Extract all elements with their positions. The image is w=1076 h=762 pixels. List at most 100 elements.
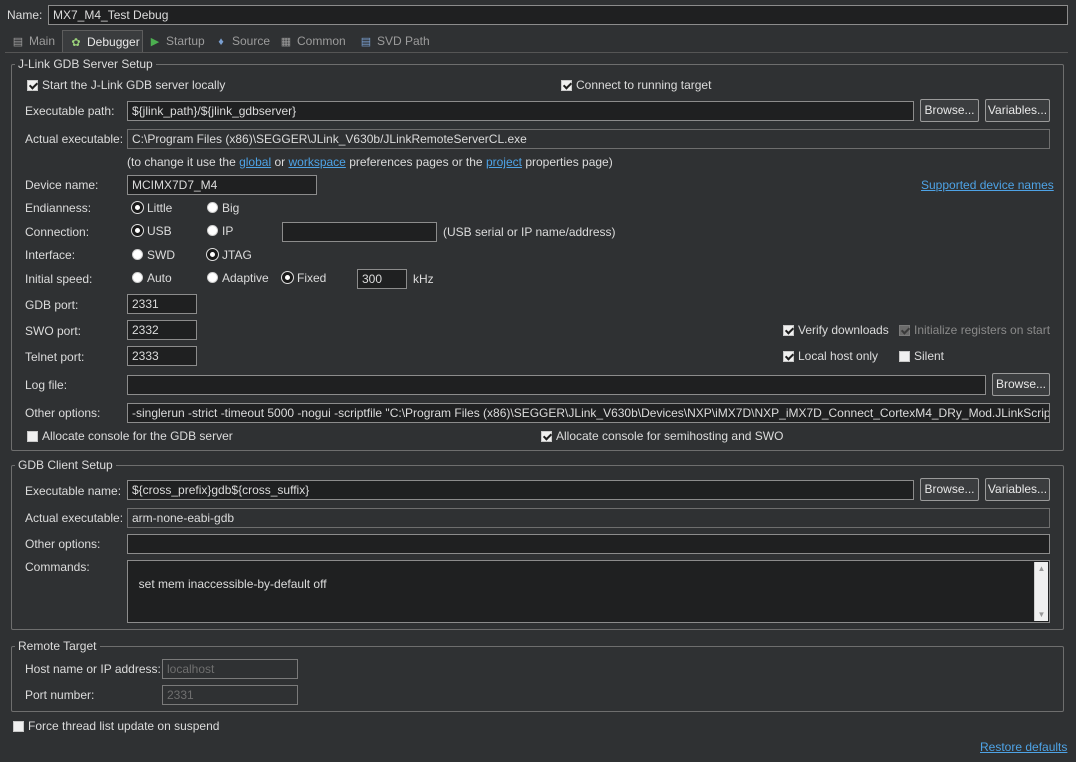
- connect-running-target-checkbox[interactable]: [561, 80, 572, 91]
- speed-unit-label: kHz: [413, 272, 434, 286]
- silent-checkbox[interactable]: [899, 351, 910, 362]
- device-name-input[interactable]: MCIMX7D7_M4: [127, 175, 317, 195]
- preferences-hint: (to change it use the global or workspac…: [127, 155, 613, 169]
- interface-label: Interface:: [25, 248, 76, 262]
- start-server-locally-checkbox[interactable]: [27, 80, 38, 91]
- initial-speed-label: Initial speed:: [25, 272, 93, 286]
- force-thread-label: Force thread list update on suspend: [28, 719, 220, 733]
- endianness-label: Endianness:: [25, 201, 92, 215]
- telnet-port-label: Telnet port:: [25, 350, 85, 364]
- client-other-options-input[interactable]: [127, 534, 1050, 554]
- commands-textarea[interactable]: set mem inaccessible-by-default off ▲ ▼: [127, 560, 1050, 623]
- hint-prefix: (to change it use the: [127, 155, 236, 169]
- tab-source[interactable]: ♦ Source: [214, 30, 270, 52]
- client-actual-exec-label: Actual executable:: [25, 511, 124, 525]
- main-icon: ▤: [12, 36, 24, 48]
- commands-scrollbar[interactable]: ▲ ▼: [1034, 562, 1048, 621]
- host-input[interactable]: localhost: [162, 659, 298, 679]
- conn-ip-radio[interactable]: [207, 225, 218, 236]
- init-registers-checkbox[interactable]: [899, 325, 910, 336]
- conn-ip-label: IP: [222, 224, 234, 238]
- silent-label: Silent: [914, 349, 945, 363]
- speed-adaptive-radio[interactable]: [207, 272, 218, 283]
- restore-defaults-link[interactable]: Restore defaults: [980, 740, 1067, 754]
- port-number-label: Port number:: [25, 688, 95, 702]
- alloc-console-semi-label: Allocate console for semihosting and SWO: [556, 429, 784, 443]
- other-options-input[interactable]: -singlerun -strict -timeout 5000 -nogui …: [127, 403, 1050, 423]
- client-actual-exec-field: arm-none-eabi-gdb: [127, 508, 1050, 528]
- device-name-label: Device name:: [25, 178, 99, 192]
- common-icon: ▦: [280, 36, 292, 48]
- swo-port-input[interactable]: 2332: [127, 320, 197, 340]
- tab-bar: ▤ Main ✿ Debugger ▶ Startup ♦ Source ▦ Common…: [5, 30, 1068, 53]
- log-file-input[interactable]: [127, 375, 986, 395]
- commands-text: set mem inaccessible-by-default off: [138, 577, 327, 591]
- connect-running-target-label: Connect to running target: [576, 78, 712, 92]
- tab-common[interactable]: ▦ Common: [279, 30, 346, 52]
- tab-common-label: Common: [297, 34, 346, 48]
- connection-hint: (USB serial or IP name/address): [443, 225, 616, 239]
- hint-suffix: properties page): [525, 155, 613, 169]
- supported-devices-link[interactable]: Supported device names: [921, 178, 1054, 192]
- exec-path-label: Executable path:: [25, 104, 115, 118]
- tab-main-label: Main: [29, 34, 56, 48]
- tab-debugger[interactable]: ✿ Debugger: [62, 30, 143, 52]
- conn-usb-radio[interactable]: [132, 225, 143, 236]
- gdb-port-label: GDB port:: [25, 298, 79, 312]
- name-label: Name:: [7, 8, 43, 22]
- tab-startup-label: Startup: [166, 34, 205, 48]
- log-file-label: Log file:: [25, 378, 68, 392]
- local-host-only-label: Local host only: [798, 349, 879, 363]
- remote-target-title: Remote Target: [15, 639, 100, 653]
- endian-big-label: Big: [222, 201, 240, 215]
- speed-fixed-label: Fixed: [297, 271, 327, 285]
- force-thread-checkbox[interactable]: [13, 721, 24, 732]
- client-variables-button[interactable]: Variables...: [985, 478, 1050, 501]
- port-number-input[interactable]: 2331: [162, 685, 298, 705]
- verify-downloads-label: Verify downloads: [798, 323, 889, 337]
- startup-icon: ▶: [150, 36, 160, 48]
- project-link[interactable]: project: [486, 155, 522, 169]
- tab-main[interactable]: ▤ Main: [11, 30, 55, 52]
- connection-address-input[interactable]: [282, 222, 437, 242]
- endian-little-radio[interactable]: [132, 202, 143, 213]
- client-browse-button[interactable]: Browse...: [920, 478, 979, 501]
- other-options-label: Other options:: [25, 406, 101, 420]
- connection-label: Connection:: [25, 225, 90, 239]
- scroll-up-icon[interactable]: ▲: [1035, 562, 1048, 575]
- client-other-options-label: Other options:: [25, 537, 101, 551]
- init-registers-label: Initialize registers on start: [914, 323, 1051, 337]
- exec-path-browse-button[interactable]: Browse...: [920, 99, 979, 122]
- if-swd-radio[interactable]: [132, 249, 143, 260]
- gdb-port-input[interactable]: 2331: [127, 294, 197, 314]
- if-jtag-label: JTAG: [222, 248, 252, 262]
- endian-little-label: Little: [147, 201, 173, 215]
- alloc-console-semi-checkbox[interactable]: [541, 431, 552, 442]
- exec-path-input[interactable]: ${jlink_path}/${jlink_gdbserver}: [127, 101, 914, 121]
- telnet-port-input[interactable]: 2333: [127, 346, 197, 366]
- speed-adaptive-label: Adaptive: [222, 271, 269, 285]
- scroll-down-icon[interactable]: ▼: [1035, 608, 1048, 621]
- verify-downloads-checkbox[interactable]: [783, 325, 794, 336]
- alloc-console-gdb-checkbox[interactable]: [27, 431, 38, 442]
- speed-fixed-radio[interactable]: [282, 272, 293, 283]
- if-swd-label: SWD: [147, 248, 175, 262]
- tab-svd-path-label: SVD Path: [377, 34, 430, 48]
- actual-exec-field: C:\Program Files (x86)\SEGGER\JLink_V630…: [127, 129, 1050, 149]
- workspace-link[interactable]: workspace: [288, 155, 345, 169]
- name-input[interactable]: MX7_M4_Test Debug: [48, 5, 1068, 25]
- speed-value-input[interactable]: 300: [357, 269, 407, 289]
- tab-svd-path[interactable]: ▤ SVD Path: [359, 30, 430, 52]
- conn-usb-label: USB: [147, 224, 172, 238]
- client-exec-name-label: Executable name:: [25, 484, 122, 498]
- if-jtag-radio[interactable]: [207, 249, 218, 260]
- tab-startup[interactable]: ▶ Startup: [148, 30, 205, 52]
- endian-big-radio[interactable]: [207, 202, 218, 213]
- log-file-browse-button[interactable]: Browse...: [992, 373, 1050, 396]
- speed-auto-radio[interactable]: [132, 272, 143, 283]
- global-link[interactable]: global: [239, 155, 271, 169]
- client-exec-name-input[interactable]: ${cross_prefix}gdb${cross_suffix}: [127, 480, 914, 500]
- exec-path-variables-button[interactable]: Variables...: [985, 99, 1050, 122]
- local-host-only-checkbox[interactable]: [783, 351, 794, 362]
- source-icon: ♦: [218, 36, 224, 48]
